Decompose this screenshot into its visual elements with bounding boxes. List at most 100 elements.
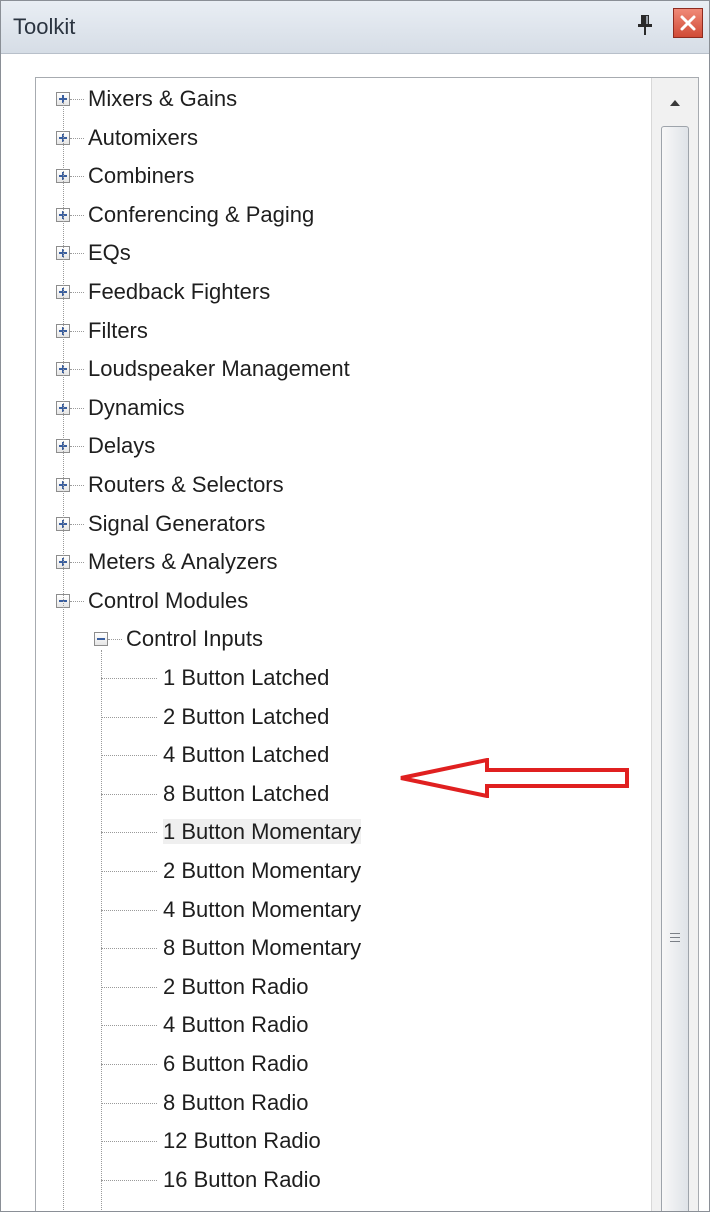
tree-category[interactable]: Routers & Selectors (88, 468, 284, 502)
tree-item[interactable]: 8 Button Latched (163, 777, 329, 811)
tree-connector (70, 176, 84, 178)
tree-item-label: Signal Generators (88, 510, 266, 536)
tree-item[interactable]: 2 Button Momentary (163, 854, 361, 888)
tree-item-label: 4 Button Radio (163, 1012, 309, 1038)
tree-item-label: 1 Button Latched (163, 665, 330, 690)
tree-item-label: Loudspeaker Management (88, 356, 350, 382)
tree-connector (101, 871, 157, 872)
tree-connector (101, 1141, 157, 1143)
tree-item-label: 8 Button Radio (163, 1089, 309, 1115)
tree-category[interactable]: Automixers (88, 121, 198, 155)
tree-item-label: Control Inputs (126, 626, 263, 652)
tree-category[interactable]: Signal Generators (88, 507, 265, 541)
tree-connector (108, 639, 122, 641)
tree-connector (70, 523, 84, 525)
tree-category[interactable]: Conferencing & Paging (88, 198, 314, 232)
scrollbar-thumb[interactable] (661, 126, 689, 1211)
tree-connector (101, 909, 157, 911)
tree-item-label: Dynamics (88, 394, 185, 420)
tree-item[interactable]: 4 Button Latched (163, 738, 329, 772)
tree-item[interactable]: 6 Button Radio (163, 1047, 309, 1081)
tree-item[interactable]: 12 Button Radio (163, 1124, 321, 1158)
tree-connector (101, 1179, 157, 1181)
tree-item-label: 8 Button Latched (163, 780, 330, 806)
tree-connector (101, 678, 157, 679)
tree-item[interactable]: 2 Button Latched (163, 700, 329, 734)
tree-connector (70, 446, 84, 448)
tree-item-label: Automixers (88, 124, 199, 150)
title-bar: Toolkit (1, 1, 709, 54)
tree-connector (101, 1102, 157, 1104)
thumb-grip (670, 941, 680, 942)
tree-category[interactable]: Combiners (88, 159, 194, 193)
tree-item-label: 12 Button Radio (163, 1128, 321, 1154)
tree-connector (101, 793, 157, 795)
tree-connector (101, 1064, 157, 1065)
tree-connector (101, 1025, 157, 1027)
minus-box-icon[interactable] (94, 632, 108, 647)
tree-item-label: 16 Button Radio (163, 1166, 321, 1192)
tree-item[interactable]: 1 Button Latched (163, 661, 329, 695)
tree-item-label: Routers & Selectors (88, 472, 284, 497)
tree-item[interactable]: 2 Button Radio (163, 970, 309, 1004)
tree-connector (70, 99, 84, 100)
tree-connector (70, 600, 84, 602)
thumb-grip (670, 933, 680, 934)
tree-item-label: 8 Button Momentary (163, 935, 362, 961)
tree-category[interactable]: Delays (88, 429, 155, 463)
red-arrow-icon (400, 758, 629, 798)
tree-item-label: Meters & Analyzers (88, 549, 278, 575)
tree-category[interactable]: Filters (88, 314, 148, 348)
tree-item-label: Mixers & Gains (88, 86, 238, 111)
tree-connector (70, 253, 84, 255)
tree-connector (70, 485, 84, 486)
close-button[interactable] (673, 8, 703, 38)
window-title: Toolkit (13, 14, 76, 39)
tree-item[interactable]: 16 Button Radio (163, 1163, 321, 1197)
tree-connector (70, 214, 84, 216)
tree-connector (70, 407, 84, 409)
thumb-grip (670, 937, 680, 938)
tree-category[interactable]: Dynamics (88, 391, 185, 425)
tree-category[interactable]: Loudspeaker Management (88, 352, 350, 386)
tree-item-label: Feedback Fighters (88, 279, 271, 304)
tree-item-label: 2 Button Momentary (163, 858, 362, 883)
tree-item[interactable]: 4 Button Momentary (163, 893, 361, 927)
tree-connector (63, 102, 64, 1211)
tree-connector (101, 755, 157, 757)
scroll-up-arrow-icon[interactable] (658, 90, 692, 116)
pin-icon[interactable] (633, 11, 657, 39)
tree-item-selected[interactable]: 1 Button Momentary (163, 815, 362, 849)
tree-connector (70, 330, 84, 332)
tree-connector (101, 716, 157, 718)
tree-connector (101, 832, 157, 834)
tree-item-label: Combiners (88, 163, 195, 189)
tree-item-label: EQs (88, 240, 131, 266)
tree-item[interactable]: 8 Button Momentary (163, 931, 361, 965)
toolkit-tree: Mixers & Gains Automixers Combiners Confere… (35, 77, 699, 1211)
tree-category[interactable]: Mixers & Gains (88, 82, 237, 116)
tree-item-label: Delays (88, 433, 156, 459)
tree-connector (70, 137, 84, 139)
tree-item-label: Conferencing & Paging (88, 201, 315, 227)
tree-item-label: 6 Button Radio (163, 1051, 309, 1076)
tree-connector (101, 948, 157, 950)
tree-item-label: Filters (88, 317, 148, 343)
tree-item[interactable]: 4 Button Radio (163, 1008, 309, 1042)
tree-category[interactable]: EQs (88, 236, 131, 270)
tree-item-label: 4 Button Momentary (163, 896, 362, 922)
tree-connector (101, 650, 102, 1211)
tree-category[interactable]: Meters & Analyzers (88, 545, 278, 579)
tree-connector (70, 292, 84, 293)
tree-connector (70, 562, 84, 564)
tree-item[interactable]: 8 Button Radio (163, 1086, 309, 1120)
tree-connector (101, 986, 157, 988)
tree-item-label: 2 Button Latched (163, 703, 330, 729)
tree-item-label: 1 Button Momentary (163, 819, 362, 845)
tree-item-label: 4 Button Latched (163, 742, 330, 768)
tree-item-label: 2 Button Radio (163, 973, 309, 999)
tree-subcategory-control-inputs[interactable]: Control Inputs (126, 622, 263, 656)
vertical-scrollbar[interactable] (651, 78, 698, 1211)
tree-category-control-modules[interactable]: Control Modules (88, 584, 248, 618)
tree-category[interactable]: Feedback Fighters (88, 275, 270, 309)
